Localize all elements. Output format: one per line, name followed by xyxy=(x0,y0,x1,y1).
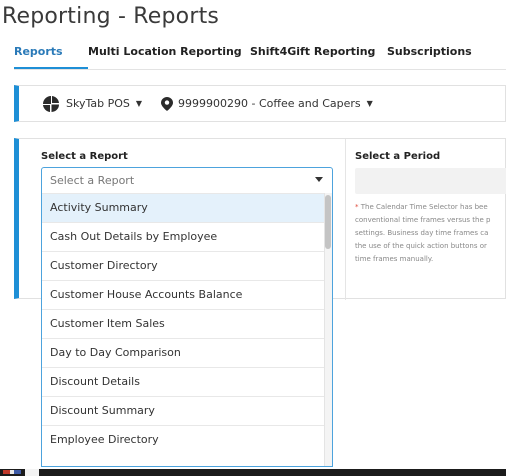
report-option[interactable]: Customer House Accounts Balance xyxy=(42,280,332,309)
location-selector-label[interactable]: 9999900290 - Coffee and Capers xyxy=(178,97,361,110)
report-option[interactable]: Customer Directory xyxy=(42,251,332,280)
report-option[interactable]: Discount Details xyxy=(42,367,332,396)
report-option[interactable]: Cash Out Details by Employee xyxy=(42,222,332,251)
note-line: settings. Business day time frames ca xyxy=(355,229,489,237)
location-bar: SkyTab POS ▼ 9999900290 - Coffee and Cap… xyxy=(14,85,506,122)
report-select[interactable]: Select a Report xyxy=(41,167,333,194)
brand-selector-label[interactable]: SkyTab POS xyxy=(66,97,130,110)
note-line: time frames manually. xyxy=(355,255,434,263)
page-title: Reporting - Reports xyxy=(2,4,220,29)
chevron-down-icon[interactable]: ▼ xyxy=(136,99,142,108)
dropdown-scrollbar[interactable] xyxy=(324,193,332,466)
tab-multi-location-reporting[interactable]: Multi Location Reporting xyxy=(88,44,250,70)
report-option[interactable]: Day to Day Comparison xyxy=(42,338,332,367)
select-period-heading: Select a Period xyxy=(355,151,441,162)
select-report-heading: Select a Report xyxy=(41,151,128,162)
note-line: conventional time frames versus the p xyxy=(355,216,491,224)
map-pin-icon xyxy=(161,96,174,111)
skytab-logo-icon xyxy=(43,95,59,112)
report-option[interactable]: Discount Summary xyxy=(42,396,332,425)
caret-down-icon[interactable] xyxy=(315,177,323,182)
report-select-placeholder: Select a Report xyxy=(50,174,135,187)
report-dropdown-list[interactable]: Activity Summary Cash Out Details by Emp… xyxy=(41,193,333,467)
report-option[interactable]: Employee Directory xyxy=(42,425,332,454)
dropdown-scrollbar-thumb[interactable] xyxy=(325,195,331,249)
report-tabs: Reports Multi Location Reporting Shift4G… xyxy=(14,44,472,70)
taskbar-strip xyxy=(0,469,506,476)
tabs-divider xyxy=(14,69,506,70)
tab-reports[interactable]: Reports xyxy=(14,44,88,70)
flag-icon xyxy=(3,470,21,474)
tab-shift4gift-reporting[interactable]: Shift4Gift Reporting xyxy=(250,44,387,70)
report-option[interactable]: Activity Summary xyxy=(42,193,332,222)
period-note: * The Calendar Time Selector has bee con… xyxy=(355,201,506,266)
period-selector[interactable] xyxy=(355,168,506,194)
tab-subscriptions[interactable]: Subscriptions xyxy=(387,44,472,70)
chevron-down-icon[interactable]: ▼ xyxy=(367,99,373,108)
column-divider xyxy=(345,139,346,300)
taskbar-segment xyxy=(25,469,39,476)
note-line: The Calendar Time Selector has bee xyxy=(358,203,488,211)
note-line: the use of the quick action buttons or xyxy=(355,242,487,250)
report-option[interactable]: Customer Item Sales xyxy=(42,309,332,338)
